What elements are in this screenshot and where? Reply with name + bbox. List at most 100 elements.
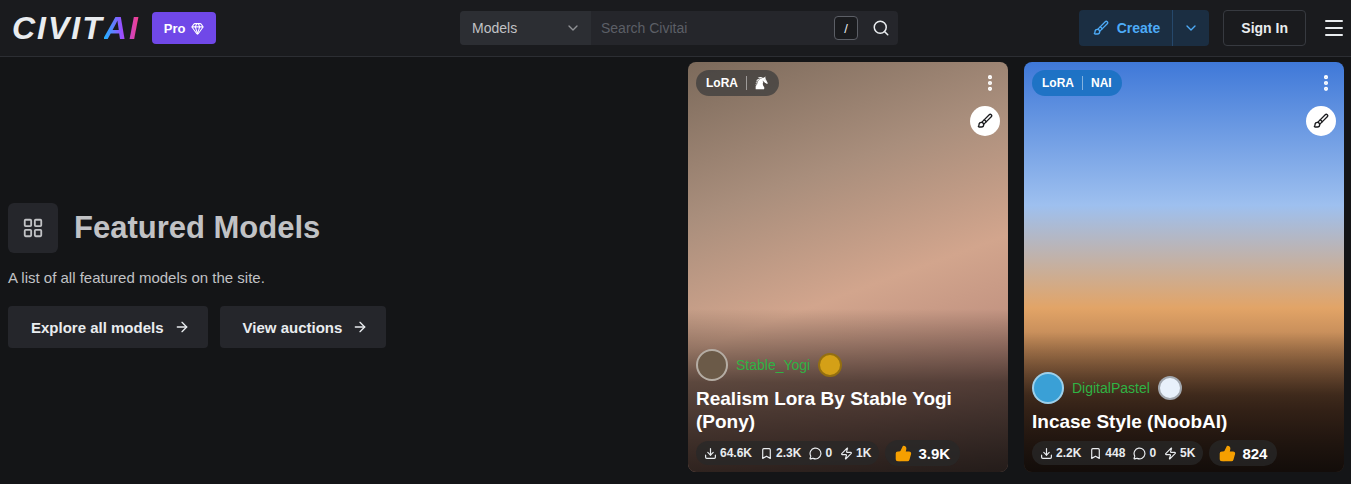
link-button[interactable]: Explore all models — [8, 306, 208, 348]
model-type-badge: LoRA NAI — [1032, 70, 1122, 96]
downloads-icon — [1040, 447, 1053, 460]
hamburger-icon — [1322, 16, 1346, 40]
shortcut-key: / — [834, 16, 858, 40]
stats-row: 2.2K 448 0 5K 824 — [1032, 440, 1336, 466]
model-card[interactable]: LoRA Stable_Yogi Realism Lora By Stable Yo… — [688, 62, 1008, 472]
user-name[interactable]: DigitalPastel — [1072, 380, 1150, 396]
more-icon — [1316, 73, 1336, 93]
card-menu-button[interactable] — [980, 73, 1000, 93]
category-label: Models — [472, 20, 517, 36]
thumbs-up-icon — [1219, 445, 1236, 462]
create-main[interactable]: Create — [1079, 20, 1173, 36]
card-header: LoRA NAI — [1024, 62, 1344, 136]
buzz-icon — [1164, 447, 1177, 460]
card-title[interactable]: Realism Lora By Stable Yogi (Pony) — [696, 387, 1000, 435]
card-header: LoRA — [688, 62, 1008, 136]
comments-stat: 0 — [809, 446, 832, 460]
pony-icon — [755, 76, 769, 90]
bookmarks-stat: 2.3K — [760, 446, 801, 460]
grid-icon — [22, 217, 44, 239]
buzz-stat: 5K — [1164, 446, 1195, 460]
user-row[interactable]: DigitalPastel — [1032, 372, 1336, 404]
user-name[interactable]: Stable_Yogi — [736, 357, 810, 373]
remix-button[interactable] — [1306, 106, 1336, 136]
page-description: A list of all featured models on the sit… — [8, 269, 676, 286]
title-row: Featured Models — [8, 203, 676, 253]
user-avatar[interactable] — [696, 349, 728, 381]
category-select[interactable]: Models — [460, 11, 591, 45]
card-top-row: LoRA — [696, 70, 1000, 96]
stats-pill: 2.2K 448 0 5K — [1032, 441, 1203, 465]
page: CIVITAI Pro Models Search Civitai/ Create Sig… — [0, 0, 1351, 484]
brush-icon — [1313, 113, 1329, 129]
logo-part: AI — [104, 12, 140, 44]
search-button[interactable] — [864, 11, 898, 45]
search-bar: Models Search Civitai/ — [460, 11, 898, 45]
link-button[interactable]: View auctions — [220, 306, 387, 348]
chevron-down-icon — [1183, 20, 1199, 36]
arrow-right-icon — [174, 319, 190, 335]
type-label: LoRA — [1042, 76, 1074, 90]
card-menu-button[interactable] — [1316, 73, 1336, 93]
logo-part: CIVIT — [12, 12, 104, 44]
type-label: LoRA — [706, 76, 738, 90]
stats-row: 64.6K 2.3K 0 1K 3.9K — [696, 440, 1000, 466]
comments-icon — [1133, 447, 1146, 460]
user-avatar[interactable] — [1032, 372, 1064, 404]
buzz-stat: 1K — [840, 446, 871, 460]
card-title[interactable]: Incase Style (NoobAI) — [1032, 410, 1336, 434]
model-card[interactable]: LoRA NAI DigitalPastel Incase Style (NoobAI… — [1024, 62, 1344, 472]
card-top-row: LoRA NAI — [1032, 70, 1336, 96]
pro-label: Pro — [164, 21, 186, 36]
pro-badge[interactable]: Pro — [152, 12, 217, 44]
likes-count: 824 — [1242, 445, 1267, 462]
page-title: Featured Models — [74, 210, 320, 246]
featured-icon-box — [8, 203, 58, 253]
badge-divider — [746, 76, 747, 90]
downloads-stat: 2.2K — [1040, 446, 1081, 460]
header: CIVITAI Pro Models Search Civitai/ Create Sig… — [0, 0, 1351, 57]
badge-divider — [1082, 76, 1083, 90]
comments-icon — [809, 447, 822, 460]
likes-pill[interactable]: 3.9K — [885, 440, 960, 466]
card-footer: Stable_Yogi Realism Lora By Stable Yogi (… — [688, 309, 1008, 473]
comments-stat: 0 — [1133, 446, 1156, 460]
button-label: View auctions — [243, 319, 343, 336]
chevron-down-icon — [565, 20, 581, 36]
bookmarks-icon — [760, 447, 773, 460]
create-label: Create — [1117, 20, 1161, 36]
base-model-label: NAI — [1091, 76, 1112, 90]
search-icon — [872, 19, 890, 37]
downloads-stat: 64.6K — [704, 446, 752, 460]
more-icon — [980, 73, 1000, 93]
likes-count: 3.9K — [918, 445, 950, 462]
card-footer: DigitalPastel Incase Style (NoobAI) 2.2K 44… — [1024, 332, 1344, 472]
content: Featured Models A list of all featured mo… — [0, 57, 1351, 484]
thumbs-up-icon — [895, 445, 912, 462]
header-left: CIVITAI Pro — [12, 12, 460, 44]
button-label: Explore all models — [31, 319, 164, 336]
remix-button[interactable] — [970, 106, 1000, 136]
downloads-icon — [704, 447, 717, 460]
model-cards: LoRA Stable_Yogi Realism Lora By Stable Yo… — [688, 62, 1344, 472]
stats-pill: 64.6K 2.3K 0 1K — [696, 441, 879, 465]
user-badge — [1158, 376, 1182, 400]
menu-button[interactable] — [1322, 16, 1346, 40]
user-row[interactable]: Stable_Yogi — [696, 349, 1000, 381]
button-row: Explore all models View auctions — [8, 306, 676, 348]
create-button[interactable]: Create — [1079, 10, 1210, 46]
brush-icon — [1093, 20, 1109, 36]
gem-icon — [191, 22, 204, 35]
sign-in-button[interactable]: Sign In — [1223, 10, 1306, 46]
brush-icon — [977, 113, 993, 129]
model-type-badge: LoRA — [696, 70, 779, 96]
buzz-icon — [840, 447, 853, 460]
user-badge — [818, 353, 842, 377]
likes-pill[interactable]: 824 — [1209, 440, 1277, 466]
bookmarks-icon — [1089, 447, 1102, 460]
logo[interactable]: CIVITAI — [12, 12, 140, 44]
arrow-right-icon — [352, 319, 368, 335]
search-input[interactable]: Search Civitai — [591, 11, 834, 45]
bookmarks-stat: 448 — [1089, 446, 1125, 460]
create-menu-toggle[interactable] — [1172, 10, 1209, 46]
